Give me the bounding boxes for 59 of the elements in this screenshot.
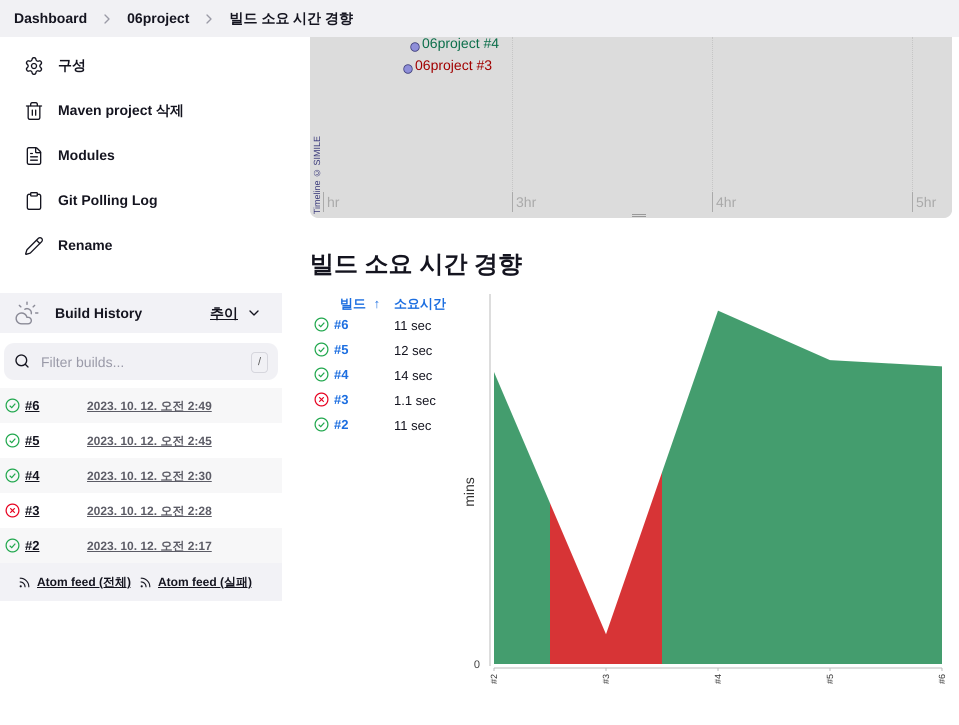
event-label[interactable]: 06project #4 [422, 37, 500, 54]
build-link[interactable]: #6 [334, 314, 348, 334]
breadcrumb-link[interactable]: 빌드 소요 시간 경향 [229, 8, 354, 29]
event-label[interactable]: 06project #3 [415, 55, 492, 76]
build-link[interactable]: #4 [334, 364, 348, 384]
table-cell-text: 11 sec [394, 317, 432, 336]
panel-title: Build History [55, 304, 142, 323]
trend-link[interactable]: 추이 [210, 302, 238, 324]
table-cell-text: 14 sec [394, 367, 434, 386]
build-date-link[interactable]: 2023. 10. 12. 오전 2:45 [87, 432, 212, 450]
axis-tick-label: #2 [489, 674, 499, 684]
build-link[interactable]: #5 [334, 340, 348, 360]
build-link[interactable]: #3 [334, 390, 348, 410]
feed-link[interactable]: Atom feed (전체) [37, 573, 131, 591]
event-dot[interactable] [410, 42, 420, 52]
feed-icon [139, 576, 152, 588]
page-heading: 빌드 소요 시간 경향 [310, 250, 524, 280]
axis-tick-label: 0 [474, 659, 480, 671]
axis-tick-label: #3 [601, 674, 611, 684]
build-date-link[interactable]: 2023. 10. 12. 오전 2:30 [87, 466, 212, 484]
sidebar-item[interactable]: Modules [0, 133, 282, 178]
y-axis-label: mins [461, 477, 477, 507]
clipboard-icon [24, 190, 44, 210]
build-link[interactable]: #5 [25, 430, 87, 450]
event-dot[interactable] [403, 64, 413, 74]
document-icon [24, 146, 44, 166]
axis-tick-label: #6 [937, 674, 947, 684]
feed-link[interactable]: Atom feed (실패) [158, 573, 252, 591]
build-link[interactable]: #3 [25, 500, 87, 520]
table-cell-text: 1.1 sec [394, 392, 437, 410]
sidebar-item[interactable]: Git Polling Log [0, 178, 282, 223]
search-icon [14, 353, 30, 369]
build-link[interactable]: #4 [25, 466, 87, 486]
gear-icon [24, 56, 44, 76]
trash-icon [24, 100, 44, 120]
build-link[interactable]: #6 [25, 396, 87, 416]
build-link[interactable]: #2 [25, 536, 87, 556]
shortcut-key: / [250, 352, 268, 372]
build-date-link[interactable]: 2023. 10. 12. 오전 2:28 [87, 502, 212, 520]
resize-handle[interactable] [632, 214, 646, 217]
build-link[interactable]: #2 [334, 414, 348, 434]
pencil-icon [24, 236, 44, 256]
sidebar-item[interactable]: Maven project 삭제 [0, 88, 282, 133]
column-header[interactable]: 소요시간 [394, 296, 446, 311]
table-cell-text: 12 sec [394, 342, 434, 360]
column-header[interactable]: 빌드 ↑ [340, 296, 380, 311]
breadcrumb-link[interactable]: Dashboard [14, 8, 88, 29]
sidebar-item[interactable]: 구성 [0, 43, 282, 88]
axis-tick-label: #5 [825, 674, 835, 684]
sidebar-item[interactable]: Rename [0, 223, 282, 268]
feed-icon [18, 576, 31, 588]
sort-arrow: ↑ [374, 296, 380, 311]
timeline-credit: Timeline © SIMILE [311, 136, 323, 214]
build-date-link[interactable]: 2023. 10. 12. 오전 2:17 [87, 536, 212, 554]
weather-icon [14, 300, 40, 326]
build-date-link[interactable]: 2023. 10. 12. 오전 2:49 [87, 396, 212, 414]
breadcrumb-link[interactable]: 06project [127, 8, 190, 29]
axis-tick-label: #4 [713, 674, 723, 684]
table-cell-text: 11 sec [394, 417, 432, 436]
